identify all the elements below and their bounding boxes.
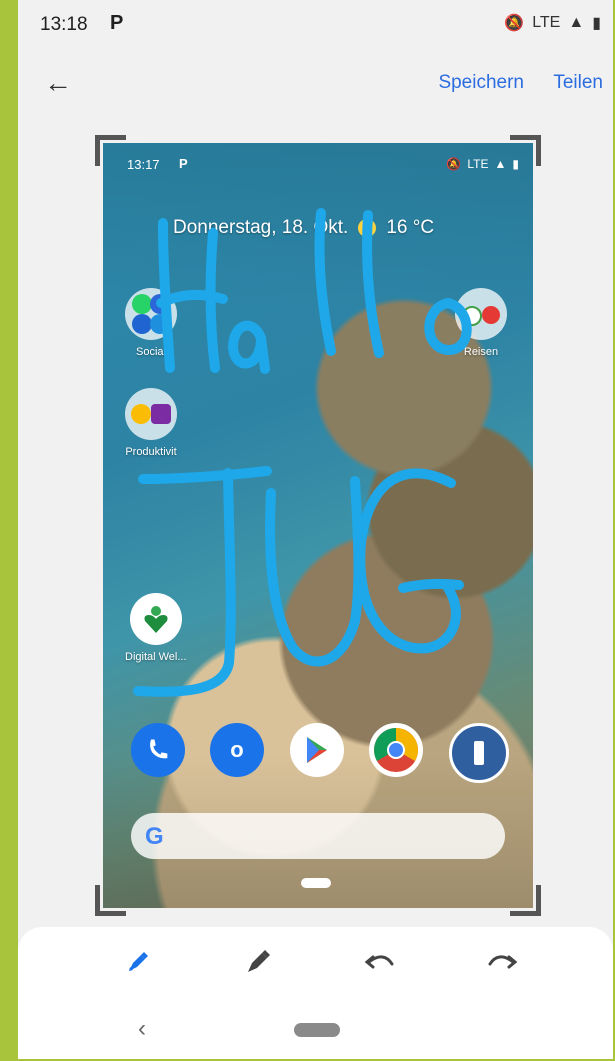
chrome-icon — [369, 723, 423, 777]
phone-icon — [131, 723, 185, 777]
mini-status-time: 13:17 — [127, 157, 160, 172]
signal-icon: ▲ — [568, 14, 585, 31]
nav-back-icon[interactable]: ‹ — [138, 1015, 146, 1043]
mute-icon: 🔕 — [504, 15, 525, 32]
save-button[interactable]: Speichern — [438, 72, 524, 94]
app-label: Reisen — [463, 346, 499, 358]
app-label: Social — [136, 346, 166, 358]
date-weather-row: Donnerstag, 18. Okt. 16 °C — [173, 217, 434, 239]
mini-status-right: 🔕 LTE ▲ ▮ — [446, 157, 519, 171]
back-arrow-icon[interactable]: ← — [44, 66, 78, 100]
network-label: LTE — [532, 14, 561, 31]
mini-p-icon: P — [179, 156, 188, 171]
app-reisen: Reisen — [455, 288, 507, 358]
digital-wellbeing-icon — [129, 593, 182, 645]
produktivitaet-folder-icon — [125, 388, 177, 440]
social-folder-icon — [125, 288, 177, 340]
status-right: 🔕 LTE ▲ ▮ — [504, 13, 601, 33]
reisen-folder-icon — [455, 288, 507, 340]
battery-icon: ▮ — [592, 15, 601, 32]
screenshot-image: 13:17 P 🔕 LTE ▲ ▮ Donnerstag, 18. Okt. 1… — [103, 143, 533, 908]
outlook-icon: o — [210, 723, 264, 777]
crop-handle-bottom-left[interactable] — [95, 885, 126, 916]
app-produktivitaet: Produktivit — [125, 388, 177, 458]
highlighter-icon[interactable] — [236, 943, 280, 979]
mini-network-label: LTE — [467, 157, 489, 171]
temperature-text: 16 °C — [386, 217, 435, 238]
heart-leaf-icon — [144, 606, 168, 633]
date-text: Donnerstag, 18. Okt. — [173, 217, 349, 238]
mini-signal-icon: ▲ — [494, 157, 507, 171]
app-bar: ← Speichern Teilen — [18, 48, 613, 122]
google-search-bar: G — [131, 813, 505, 859]
play-store-icon — [290, 723, 344, 777]
google-logo-icon: G — [145, 823, 164, 850]
sun-icon — [358, 219, 377, 237]
app-social: Social — [125, 288, 177, 358]
p-icon: P — [110, 12, 124, 34]
wallpaper-tint — [103, 143, 533, 908]
nav-home-pill[interactable] — [294, 1023, 340, 1037]
crop-handle-bottom-right[interactable] — [510, 885, 541, 916]
mini-status-bar: 13:17 P 🔕 LTE ▲ ▮ — [115, 153, 521, 175]
mini-mute-icon: 🔕 — [446, 157, 462, 171]
system-navigation: ‹ — [18, 995, 613, 1059]
crop-handle-top-right[interactable] — [510, 135, 541, 166]
redo-icon[interactable] — [480, 943, 524, 979]
1password-icon — [449, 723, 509, 783]
status-bar: 13:18 P 🔕 LTE ▲ ▮ — [18, 0, 613, 48]
app-label: Digital Wel... — [125, 651, 187, 663]
marker-icon[interactable] — [116, 943, 160, 979]
app-digital-wellbeing: Digital Wel... — [125, 593, 187, 663]
drawing-toolbar — [18, 927, 613, 995]
crop-handle-top-left[interactable] — [95, 135, 126, 166]
app-label: Produktivit — [125, 446, 177, 458]
status-time: 13:18 — [40, 14, 88, 35]
mini-home-pill — [301, 878, 331, 888]
undo-icon[interactable] — [358, 943, 402, 979]
share-button[interactable]: Teilen — [553, 72, 603, 94]
screenshot-preview[interactable]: 13:17 P 🔕 LTE ▲ ▮ Donnerstag, 18. Okt. 1… — [95, 135, 541, 916]
